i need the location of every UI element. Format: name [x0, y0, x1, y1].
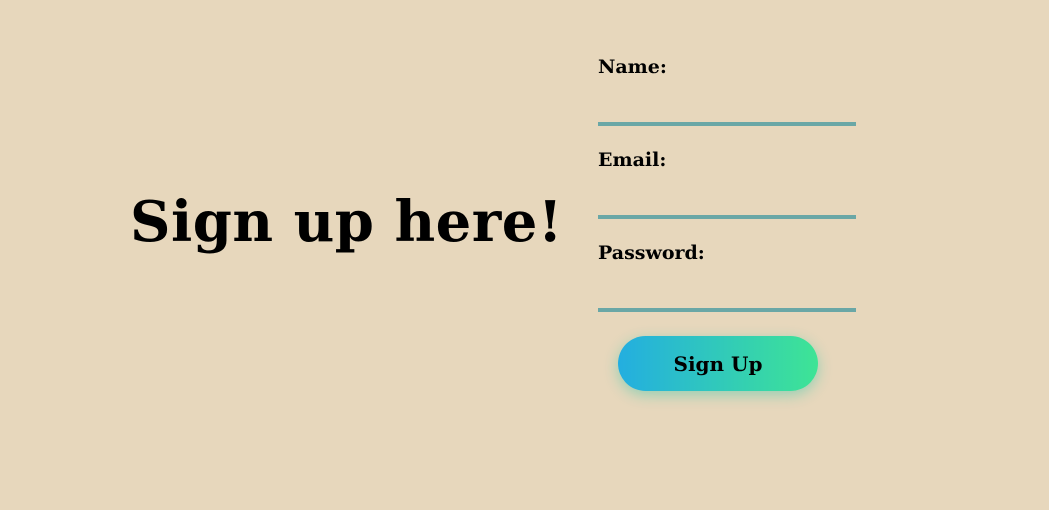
signup-form: Name: Email: Password: Sign Up: [598, 54, 856, 391]
name-label: Name:: [598, 56, 667, 78]
page-title: Sign up here!: [130, 189, 564, 255]
name-field-group: Name:: [598, 54, 856, 147]
email-label: Email:: [598, 149, 667, 171]
email-field-group: Email:: [598, 147, 856, 240]
name-input[interactable]: [598, 92, 856, 126]
email-input[interactable]: [598, 185, 856, 219]
sign-up-button[interactable]: Sign Up: [618, 336, 818, 391]
password-label: Password:: [598, 242, 705, 264]
password-field-group: Password:: [598, 240, 856, 333]
password-input[interactable]: [598, 278, 856, 312]
